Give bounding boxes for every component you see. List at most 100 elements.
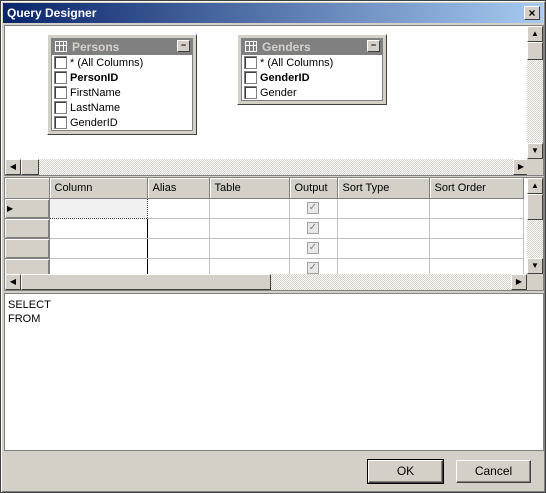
scroll-up-button[interactable]: ▲ <box>527 178 543 194</box>
column-row[interactable]: FirstName <box>52 85 192 100</box>
sql-line: SELECT <box>8 299 51 311</box>
grid-header-table[interactable]: Table <box>209 178 290 199</box>
grid-cell-sort-type[interactable] <box>337 238 430 259</box>
grid-cell-sort-order[interactable] <box>429 198 524 219</box>
row-selector[interactable] <box>5 218 50 239</box>
column-label: Gender <box>260 86 297 99</box>
table-persons[interactable]: Persons − * (All Columns) PersonID First… <box>47 34 197 135</box>
column-row[interactable]: * (All Columns) <box>242 55 382 70</box>
minimize-table-button[interactable]: − <box>367 40 380 52</box>
grid-cell-table[interactable] <box>209 218 290 239</box>
scroll-thumb[interactable] <box>527 194 543 220</box>
grid-cell-alias[interactable] <box>147 198 210 219</box>
minimize-table-button[interactable]: − <box>177 40 190 52</box>
table-genders-title: Genders <box>262 39 311 54</box>
grid-cell-sort-order[interactable] <box>429 218 524 239</box>
column-row[interactable]: * (All Columns) <box>52 55 192 70</box>
column-label: FirstName <box>70 86 121 99</box>
column-row[interactable]: LastName <box>52 100 192 115</box>
grid-header-sort-type[interactable]: Sort Type <box>337 178 430 199</box>
output-checkbox[interactable]: ✓ <box>307 262 319 274</box>
column-label: LastName <box>70 101 121 114</box>
scroll-corner <box>527 159 543 175</box>
grid-header-row: Column Alias Table Output Sort Type Sort… <box>5 178 524 199</box>
criteria-grid: Column Alias Table Output Sort Type Sort… <box>5 178 524 279</box>
column-checkbox[interactable] <box>244 71 257 84</box>
grid-horizontal-scrollbar[interactable]: ◀ ▶ <box>5 274 527 290</box>
column-label: * (All Columns) <box>260 56 334 69</box>
diagram-horizontal-scrollbar[interactable]: ◀ ▶ <box>5 159 529 175</box>
grid-cell-table[interactable] <box>209 238 290 259</box>
column-label: GenderID <box>70 116 118 129</box>
scroll-down-button[interactable]: ▼ <box>527 143 543 159</box>
close-button[interactable]: × <box>524 6 540 20</box>
row-selector[interactable]: ▶ <box>5 198 50 219</box>
column-row[interactable]: PersonID <box>52 70 192 85</box>
column-row[interactable]: GenderID <box>242 70 382 85</box>
grid-cell-column[interactable] <box>49 238 148 259</box>
output-checkbox[interactable]: ✓ <box>307 242 319 254</box>
table-row[interactable]: ✓ <box>5 238 524 259</box>
grid-cell-output[interactable]: ✓ <box>289 238 338 259</box>
scroll-corner <box>527 274 543 290</box>
grid-cell-alias[interactable] <box>147 218 210 239</box>
column-row[interactable]: GenderID <box>52 115 192 130</box>
sql-line: FROM <box>8 313 41 325</box>
cancel-button[interactable]: Cancel <box>456 460 531 483</box>
scroll-down-button[interactable]: ▼ <box>527 258 543 274</box>
scroll-left-button[interactable]: ◀ <box>5 274 21 290</box>
grid-cell-output[interactable]: ✓ <box>289 198 338 219</box>
table-genders[interactable]: Genders − * (All Columns) GenderID Gende… <box>237 34 387 105</box>
column-checkbox[interactable] <box>54 86 67 99</box>
scroll-thumb[interactable] <box>21 274 271 290</box>
grid-vertical-scrollbar[interactable]: ▲ ▼ <box>527 178 543 274</box>
grid-cell-sort-type[interactable] <box>337 218 430 239</box>
scroll-left-button[interactable]: ◀ <box>5 159 21 175</box>
column-checkbox[interactable] <box>54 71 67 84</box>
grid-cell-output[interactable]: ✓ <box>289 218 338 239</box>
scroll-up-button[interactable]: ▲ <box>527 26 543 42</box>
table-icon <box>245 41 257 52</box>
table-icon <box>55 41 67 52</box>
scroll-thumb[interactable] <box>21 159 39 175</box>
grid-cell-column[interactable] <box>49 218 148 239</box>
scroll-right-button[interactable]: ▶ <box>511 274 527 290</box>
grid-header-column[interactable]: Column <box>49 178 148 199</box>
output-checkbox[interactable]: ✓ <box>307 202 319 214</box>
row-selector[interactable] <box>5 238 50 259</box>
grid-cell-table[interactable] <box>209 198 290 219</box>
column-label: * (All Columns) <box>70 56 144 69</box>
title-bar: Query Designer × <box>3 3 543 23</box>
grid-cell-sort-type[interactable] <box>337 198 430 219</box>
output-checkbox[interactable]: ✓ <box>307 222 319 234</box>
table-row[interactable]: ▶ ✓ <box>5 197 524 219</box>
table-persons-header[interactable]: Persons − <box>51 38 193 55</box>
column-label-key: GenderID <box>260 71 310 84</box>
table-genders-columns: * (All Columns) GenderID Gender <box>241 55 383 101</box>
column-checkbox[interactable] <box>54 116 67 129</box>
criteria-grid-pane[interactable]: Column Alias Table Output Sort Type Sort… <box>4 177 544 291</box>
column-checkbox[interactable] <box>54 101 67 114</box>
column-label-key: PersonID <box>70 71 119 84</box>
grid-header-sort-order[interactable]: Sort Order <box>429 178 524 199</box>
diagram-vertical-scrollbar[interactable]: ▲ ▼ <box>527 26 543 159</box>
column-checkbox[interactable] <box>244 86 257 99</box>
grid-cell-alias[interactable] <box>147 238 210 259</box>
grid-corner-header <box>5 178 50 199</box>
table-row[interactable]: ✓ <box>5 218 524 239</box>
grid-header-alias[interactable]: Alias <box>147 178 210 199</box>
ok-button[interactable]: OK <box>367 459 444 484</box>
column-checkbox[interactable] <box>244 56 257 69</box>
table-persons-title: Persons <box>72 39 120 54</box>
grid-cell-column[interactable] <box>48 197 148 219</box>
sql-pane[interactable]: SELECT FROM <box>4 293 544 451</box>
diagram-pane[interactable]: Persons − * (All Columns) PersonID First… <box>4 25 544 176</box>
grid-cell-sort-order[interactable] <box>429 238 524 259</box>
grid-header-output[interactable]: Output <box>289 178 338 199</box>
scroll-thumb[interactable] <box>527 42 543 60</box>
table-persons-columns: * (All Columns) PersonID FirstName LastN… <box>51 55 193 131</box>
column-checkbox[interactable] <box>54 56 67 69</box>
table-genders-header[interactable]: Genders − <box>241 38 383 55</box>
column-row[interactable]: Gender <box>242 85 382 100</box>
window-title: Query Designer <box>7 6 97 20</box>
